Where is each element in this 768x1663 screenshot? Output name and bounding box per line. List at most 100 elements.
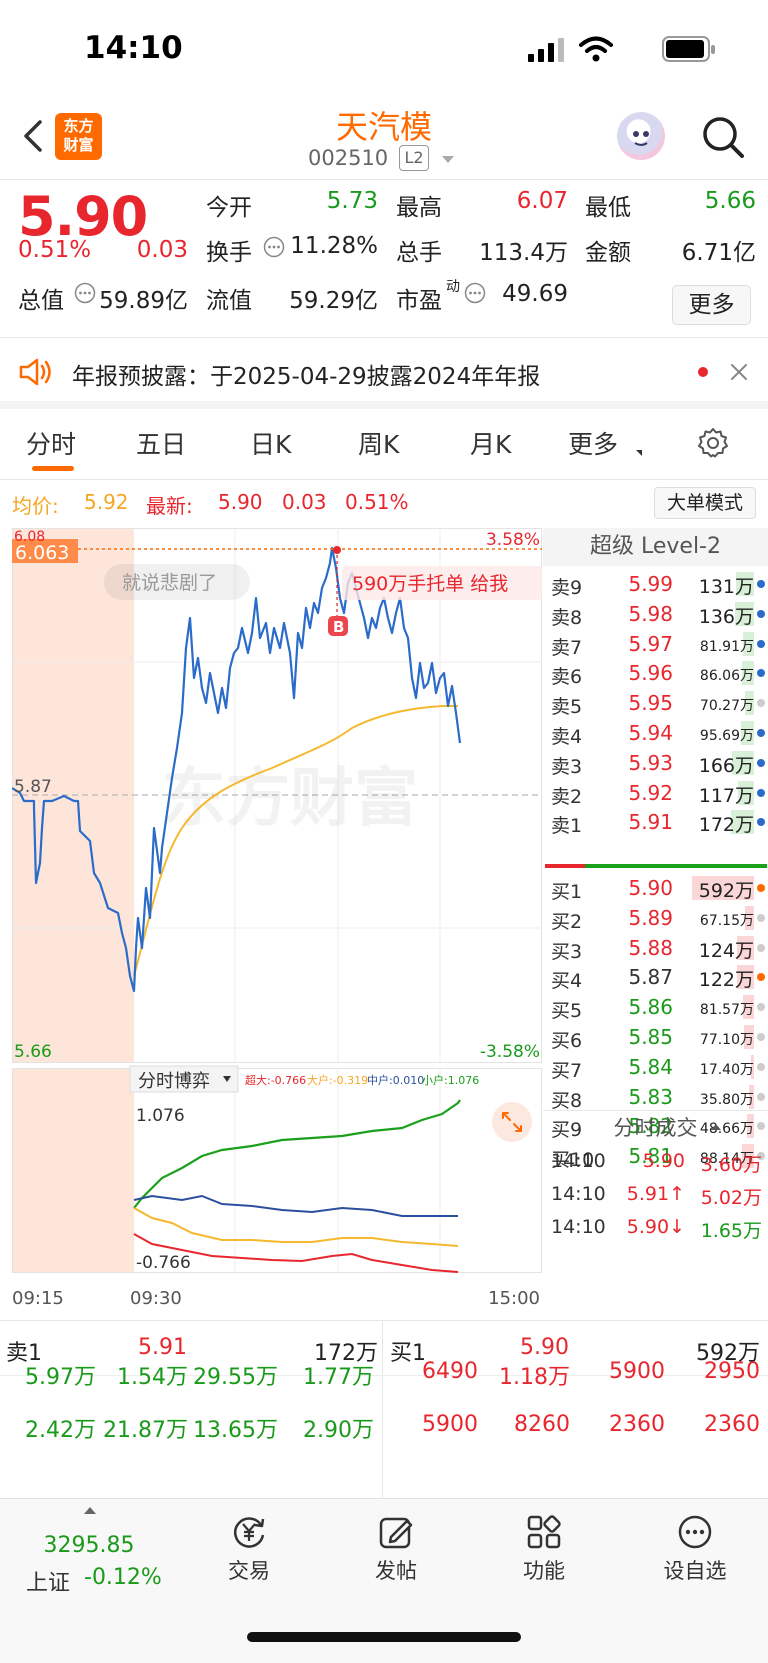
bid-volume: 35.80万: [699, 1091, 754, 1108]
ask-indicator-dot: [757, 669, 765, 678]
tick-volume: 1.65万: [700, 1220, 762, 1242]
ask-volume: 131万: [698, 576, 754, 598]
ask-row[interactable]: 卖1 5.91 172万: [543, 807, 768, 838]
bid-level-label: 买4: [551, 970, 583, 993]
ask-level-label: 卖5: [551, 696, 583, 719]
ask-row[interactable]: 卖3 5.93 166万: [543, 748, 768, 779]
bid-row[interactable]: 买7 5.84 17.40万: [543, 1052, 768, 1083]
bid-row[interactable]: 买4 5.87 122万: [543, 962, 768, 993]
amount-label: 金额: [585, 240, 631, 266]
intraday-chart[interactable]: 东方财富 6.063 6.08 3.58% 5.87 5.66 -3.58% 就…: [11, 528, 542, 1309]
tab-more[interactable]: 更多: [568, 425, 618, 461]
index-change: -0.12%: [84, 1565, 162, 1590]
robot-assistant-icon[interactable]: [617, 112, 665, 160]
tab-weekly-k[interactable]: 周K: [358, 425, 399, 461]
chevron-up-icon: [84, 1507, 96, 1514]
ask-level-label: 卖7: [551, 636, 583, 659]
time-label-start: 09:15: [12, 1288, 64, 1309]
stats-ask-cell: 1.54万: [117, 1365, 188, 1390]
search-icon[interactable]: [700, 114, 746, 160]
ask-row[interactable]: 卖9 5.99 131万: [543, 569, 768, 600]
ask-row[interactable]: 卖8 5.98 136万: [543, 599, 768, 630]
stats-bid-cell: 8260: [514, 1412, 570, 1437]
ask-row[interactable]: 卖2 5.92 117万: [543, 778, 768, 809]
nav-post-label: 发帖: [375, 1559, 417, 1583]
stats-ask-cell: 29.55万: [193, 1365, 278, 1390]
bid-price: 5.83: [628, 1084, 673, 1109]
home-indicator[interactable]: [247, 1632, 521, 1642]
ticks-header[interactable]: 分时成交: [543, 1110, 768, 1144]
float-cap-value: 59.29亿: [289, 288, 378, 314]
tick-row: 14:10 5.91↑ 5.02万: [543, 1180, 768, 1211]
stats-bid-cell: 5900: [422, 1412, 478, 1437]
ask-row[interactable]: 卖7 5.97 81.91万: [543, 629, 768, 660]
nav-add-watchlist[interactable]: 设自选: [640, 1513, 750, 1585]
nav-trade-label: 交易: [228, 1559, 270, 1583]
info-dots-icon[interactable]: [74, 282, 96, 304]
high-label: 最高: [396, 195, 442, 221]
chart-top-pct: 3.58%: [486, 530, 540, 550]
tab-five-day[interactable]: 五日: [136, 425, 186, 461]
tab-monthly-k[interactable]: 月K: [470, 425, 511, 461]
active-tab-indicator: [32, 466, 74, 471]
bid-row[interactable]: 买8 5.83 35.80万: [543, 1082, 768, 1113]
ask-row[interactable]: 卖4 5.94 95.69万: [543, 718, 768, 749]
nav-features[interactable]: 功能: [489, 1513, 599, 1585]
tick-volume: 5.02万: [700, 1187, 762, 1209]
turnover-value: 11.28%: [290, 233, 378, 259]
chart-tabs: 分时 五日 日K 周K 月K 更多: [0, 410, 768, 480]
bid-level-label: 买6: [551, 1030, 583, 1052]
book-divider: [545, 864, 767, 868]
tick-price: 5.90↓: [626, 1216, 685, 1238]
tab-intraday[interactable]: 分时: [26, 425, 76, 461]
more-button[interactable]: 更多: [672, 285, 751, 325]
notice-bar[interactable]: 年报预披露：于2025-04-29披露2024年年报: [0, 339, 768, 409]
ask-price: 5.92: [628, 780, 673, 805]
stock-code[interactable]: 002510: [308, 146, 388, 170]
expand-button[interactable]: [492, 1102, 532, 1142]
ask-row[interactable]: 卖5 5.95 70.27万: [543, 688, 768, 719]
stats-bid-cell: 1.18万: [499, 1365, 570, 1390]
ask-price: 5.97: [628, 631, 673, 656]
ask-volume: 86.06万: [699, 668, 754, 685]
buy-marker-text: B: [333, 618, 344, 636]
latest-change-percent: 0.51%: [345, 490, 409, 514]
bid-row[interactable]: 买6 5.85 77.10万: [543, 1022, 768, 1053]
bid-row[interactable]: 买5 5.86 81.57万: [543, 992, 768, 1023]
stats-bid-cell: 6490: [422, 1359, 478, 1384]
bid-price: 5.87: [628, 965, 673, 990]
ask-indicator-dot: [757, 639, 765, 648]
nav-post[interactable]: 发帖: [341, 1513, 451, 1585]
close-icon[interactable]: [730, 363, 748, 381]
bid-row[interactable]: 买2 5.89 67.15万: [543, 903, 768, 934]
stats-ask-cell: 2.42万: [25, 1418, 96, 1443]
edit-icon: [379, 1517, 413, 1549]
cellular-signal-icon: [528, 38, 564, 62]
latest-price-label: 最新:: [146, 494, 193, 518]
indicator-selector-label: 分时博弈: [138, 1071, 210, 1092]
nav-trade[interactable]: 交易: [194, 1513, 304, 1585]
tick-time: 14:10: [551, 1150, 606, 1172]
info-dots-icon[interactable]: [263, 236, 285, 258]
price-info-row: 均价: 5.92 最新: 5.90 0.03 0.51% 大单模式: [0, 484, 768, 524]
grid-apps-icon: [527, 1515, 561, 1549]
bid-row[interactable]: 买3 5.88 124万: [543, 933, 768, 964]
avg-price-label: 均价:: [12, 494, 59, 518]
stats-bid-cell: 2360: [704, 1412, 760, 1437]
bid-indicator-dot: [757, 943, 765, 952]
crosshair-point: [333, 546, 341, 554]
info-dots-icon[interactable]: [464, 282, 486, 304]
tab-daily-k[interactable]: 日K: [250, 425, 291, 461]
yuan-exchange-icon: [234, 1517, 265, 1548]
corner-triangle-icon: [636, 450, 642, 456]
bid-row[interactable]: 买1 5.90 592万: [543, 873, 768, 904]
chevron-down-icon[interactable]: [442, 156, 454, 163]
ask-price: 5.98: [628, 601, 673, 626]
gear-icon[interactable]: [696, 426, 730, 460]
ask-level-label: 卖3: [551, 755, 583, 778]
order-book-title[interactable]: 超级 Level-2: [543, 528, 768, 566]
change-amount: 0.03: [136, 237, 188, 263]
latest-change-value: 0.03: [282, 490, 327, 514]
ask-row[interactable]: 卖6 5.96 86.06万: [543, 658, 768, 689]
big-order-mode-button[interactable]: 大单模式: [654, 487, 756, 519]
